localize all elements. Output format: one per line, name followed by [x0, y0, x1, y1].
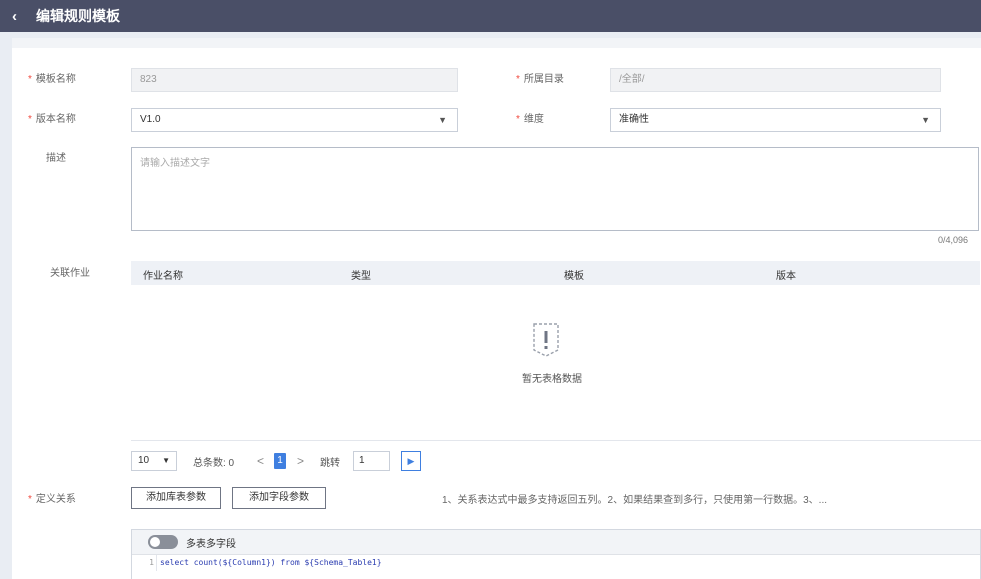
relation-hint: 1、关系表达式中最多支持返回五列。2、如果结果查到多行，只使用第一行数据。3、.… — [442, 495, 828, 506]
version-select-value: V1.0 — [140, 114, 161, 125]
current-page-button[interactable]: 1 — [274, 453, 286, 469]
back-arrow-icon[interactable]: ‹ — [12, 8, 26, 25]
column-header[interactable]: 版本 — [776, 267, 796, 282]
line-number: 1 — [132, 555, 157, 571]
chevron-down-icon: ▼ — [921, 115, 930, 125]
page-size-select[interactable]: 10 ▼ — [131, 451, 177, 471]
relation-label: * 定义关系 — [28, 494, 76, 505]
column-header[interactable]: 作业名称 — [143, 267, 183, 282]
editor-toolbar: 多表多字段 — [132, 530, 980, 555]
prev-page-button[interactable]: < — [257, 451, 264, 471]
toggle-label: 多表多字段 — [186, 539, 236, 550]
form-panel: * 模板名称 823 * 所属目录 /全部/ * 版本名称 V1.0 ▼ * 维度 准确性… — [12, 38, 981, 579]
multi-table-toggle[interactable] — [148, 535, 178, 549]
description-textarea[interactable] — [131, 147, 979, 231]
column-header[interactable]: 类型 — [351, 267, 371, 282]
next-page-button[interactable]: > — [297, 451, 304, 471]
directory-label: * 所属目录 — [516, 74, 564, 85]
empty-data-icon — [533, 323, 559, 357]
jobs-table-header: 作业名称 类型 模板 版本 — [131, 261, 980, 285]
jump-label: 跳转 — [320, 458, 340, 469]
column-header[interactable]: 模板 — [564, 267, 584, 282]
top-bar: ‹ 编辑规则模板 — [0, 0, 981, 32]
chevron-down-icon: ▼ — [162, 456, 170, 465]
divider — [131, 440, 981, 441]
template-name-field[interactable]: 823 — [131, 68, 458, 92]
directory-field[interactable]: /全部/ — [610, 68, 941, 92]
play-icon: ▶ — [407, 456, 415, 466]
description-label: 描述 — [46, 153, 66, 164]
required-mark: * — [28, 74, 32, 85]
add-field-param-button[interactable]: 添加字段参数 — [232, 487, 326, 509]
chevron-down-icon: ▼ — [438, 115, 447, 125]
total-count: 总条数: 0 — [193, 458, 235, 469]
toggle-knob — [150, 537, 160, 547]
dimension-label: * 维度 — [516, 114, 544, 125]
required-mark: * — [28, 114, 32, 125]
version-select[interactable]: V1.0 ▼ — [131, 108, 458, 132]
page-size-value: 10 — [138, 455, 150, 466]
description-counter: 0/4,096 — [938, 235, 969, 245]
code-text[interactable]: select count(${Column1}) from ${Schema_T… — [160, 555, 382, 571]
dimension-select-value: 准确性 — [619, 114, 649, 125]
code-line[interactable]: 1 select count(${Column1}) from ${Schema… — [132, 555, 980, 575]
page-title: 编辑规则模板 — [36, 8, 120, 24]
jobs-label: 关联作业 — [50, 268, 90, 279]
jump-page-input[interactable]: 1 — [353, 451, 390, 471]
panel-top-band — [12, 38, 981, 48]
required-mark: * — [516, 114, 520, 125]
add-table-param-button[interactable]: 添加库表参数 — [131, 487, 221, 509]
dimension-select[interactable]: 准确性 ▼ — [610, 108, 941, 132]
required-mark: * — [516, 74, 520, 85]
version-label: * 版本名称 — [28, 114, 76, 125]
go-page-button[interactable]: ▶ — [401, 451, 421, 471]
code-editor[interactable]: 多表多字段 1 select count(${Column1}) from ${… — [131, 529, 981, 579]
template-name-label: * 模板名称 — [28, 74, 76, 85]
empty-table-text: 暂无表格数据 — [522, 374, 582, 385]
required-mark: * — [28, 494, 32, 505]
